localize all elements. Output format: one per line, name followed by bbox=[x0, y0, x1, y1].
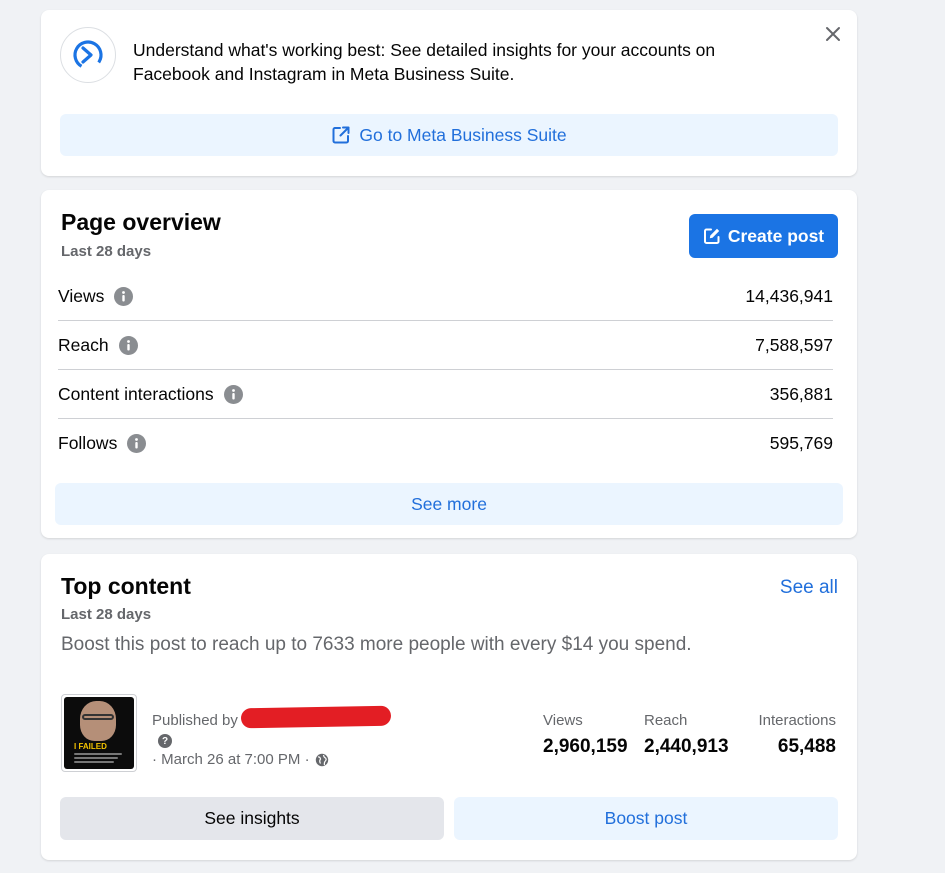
page-overview-card: Page overview Last 28 days Create post V… bbox=[41, 190, 857, 538]
close-icon[interactable] bbox=[821, 22, 845, 46]
see-insights-button[interactable]: See insights bbox=[60, 797, 444, 840]
metric-label: Views bbox=[58, 285, 105, 306]
stat-value: 65,488 bbox=[777, 736, 836, 757]
metric-label: Follows bbox=[58, 433, 118, 453]
metric-value: 356,881 bbox=[769, 383, 833, 404]
see-all-link[interactable]: See all bbox=[780, 577, 838, 599]
stat-label: Reach bbox=[644, 712, 688, 729]
published-by-label: Published by bbox=[152, 712, 238, 729]
create-post-label: Create post bbox=[727, 225, 825, 246]
globe-icon bbox=[315, 753, 329, 767]
question-mark-icon: ? bbox=[158, 734, 172, 748]
go-to-meta-business-suite-button[interactable]: Go to Meta Business Suite bbox=[60, 114, 838, 156]
metric-row-follows: Follows 595,769 bbox=[58, 419, 833, 468]
metric-value: 7,588,597 bbox=[755, 334, 833, 355]
top-content-subtitle: Last 28 days bbox=[61, 606, 152, 623]
thumbnail-text: I FAILED bbox=[74, 742, 107, 751]
see-more-button[interactable]: See more bbox=[55, 483, 843, 525]
metric-label: Content interactions bbox=[58, 383, 214, 404]
person-photo bbox=[80, 701, 116, 741]
stat-value: 2,440,913 bbox=[644, 736, 729, 757]
metric-value: 595,769 bbox=[769, 433, 833, 453]
post-date: · March 26 at 7:00 PM · bbox=[152, 751, 310, 768]
redaction-mark bbox=[240, 705, 392, 729]
top-content-title: Top content bbox=[61, 573, 191, 599]
top-content-card: Top content Last 28 days See all Boost t… bbox=[41, 554, 857, 860]
info-icon[interactable] bbox=[114, 286, 134, 306]
meta-business-suite-banner: Understand what's working best: See deta… bbox=[41, 10, 857, 176]
info-icon[interactable] bbox=[127, 434, 147, 453]
stat-label: Interactions bbox=[758, 712, 836, 729]
edit-icon bbox=[703, 227, 721, 245]
metric-row-views: Views 14,436,941 bbox=[58, 272, 833, 321]
metric-label: Reach bbox=[58, 334, 109, 355]
page-overview-subtitle: Last 28 days bbox=[61, 243, 152, 260]
post-thumbnail[interactable]: I FAILED bbox=[61, 694, 137, 772]
external-link-icon bbox=[331, 125, 351, 145]
post-date-line: · March 26 at 7:00 PM · bbox=[152, 751, 329, 768]
banner-message: Understand what's working best: See deta… bbox=[133, 40, 716, 84]
stat-reach: Reach 2,440,913 bbox=[644, 712, 729, 758]
stat-label: Views bbox=[543, 712, 583, 729]
stat-value: 2,960,159 bbox=[543, 736, 628, 757]
boost-post-button[interactable]: Boost post bbox=[454, 797, 838, 840]
info-icon[interactable] bbox=[118, 335, 138, 355]
go-to-meta-business-suite-label: Go to Meta Business Suite bbox=[359, 124, 567, 145]
create-post-button[interactable]: Create post bbox=[689, 214, 838, 258]
stat-views: Views 2,960,159 bbox=[543, 712, 628, 758]
metric-value: 14,436,941 bbox=[745, 285, 833, 306]
meta-business-suite-logo-icon bbox=[60, 27, 116, 83]
page-overview-title: Page overview bbox=[61, 209, 221, 235]
stat-interactions: Interactions 65,488 bbox=[758, 712, 836, 758]
metric-row-reach: Reach 7,588,597 bbox=[58, 321, 833, 370]
info-icon[interactable] bbox=[223, 384, 243, 404]
boost-message: Boost this post to reach up to 7633 more… bbox=[61, 634, 692, 655]
metric-row-content-interactions: Content interactions 356,881 bbox=[58, 370, 833, 419]
